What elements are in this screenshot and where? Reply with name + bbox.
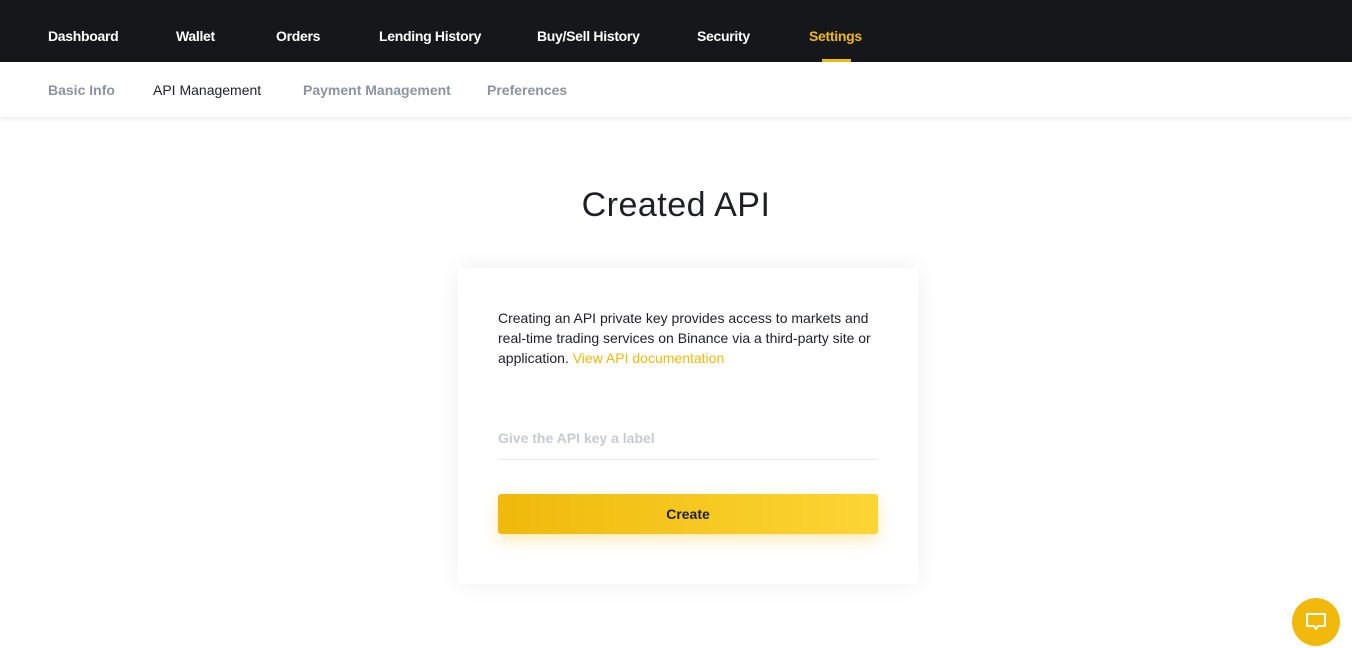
nav-item-lending-history[interactable]: Lending History	[379, 0, 481, 62]
tab-api-management[interactable]: API Management	[153, 62, 261, 118]
nav-item-wallet[interactable]: Wallet	[176, 0, 215, 62]
api-documentation-link[interactable]: View API documentation	[573, 350, 725, 366]
nav-item-orders[interactable]: Orders	[276, 0, 320, 62]
settings-sub-navigation: Basic Info API Management Payment Manage…	[0, 62, 1352, 118]
nav-item-buy-sell-history[interactable]: Buy/Sell History	[537, 0, 640, 62]
create-button[interactable]: Create	[498, 494, 878, 534]
tab-preferences[interactable]: Preferences	[487, 62, 567, 118]
chat-bubble-icon	[1306, 613, 1326, 630]
tab-payment-management[interactable]: Payment Management	[303, 62, 451, 118]
nav-item-dashboard[interactable]: Dashboard	[48, 0, 119, 62]
page-title: Created API	[581, 186, 771, 224]
api-key-label-input[interactable]	[498, 416, 878, 460]
nav-item-security[interactable]: Security	[697, 0, 750, 62]
chat-support-button[interactable]	[1292, 598, 1340, 646]
create-api-card: Creating an API private key provides acc…	[458, 268, 918, 584]
api-description: Creating an API private key provides acc…	[498, 308, 888, 368]
nav-item-settings[interactable]: Settings	[809, 0, 862, 62]
top-navigation: Dashboard Wallet Orders Lending History …	[0, 0, 1352, 62]
tab-basic-info[interactable]: Basic Info	[48, 62, 115, 118]
